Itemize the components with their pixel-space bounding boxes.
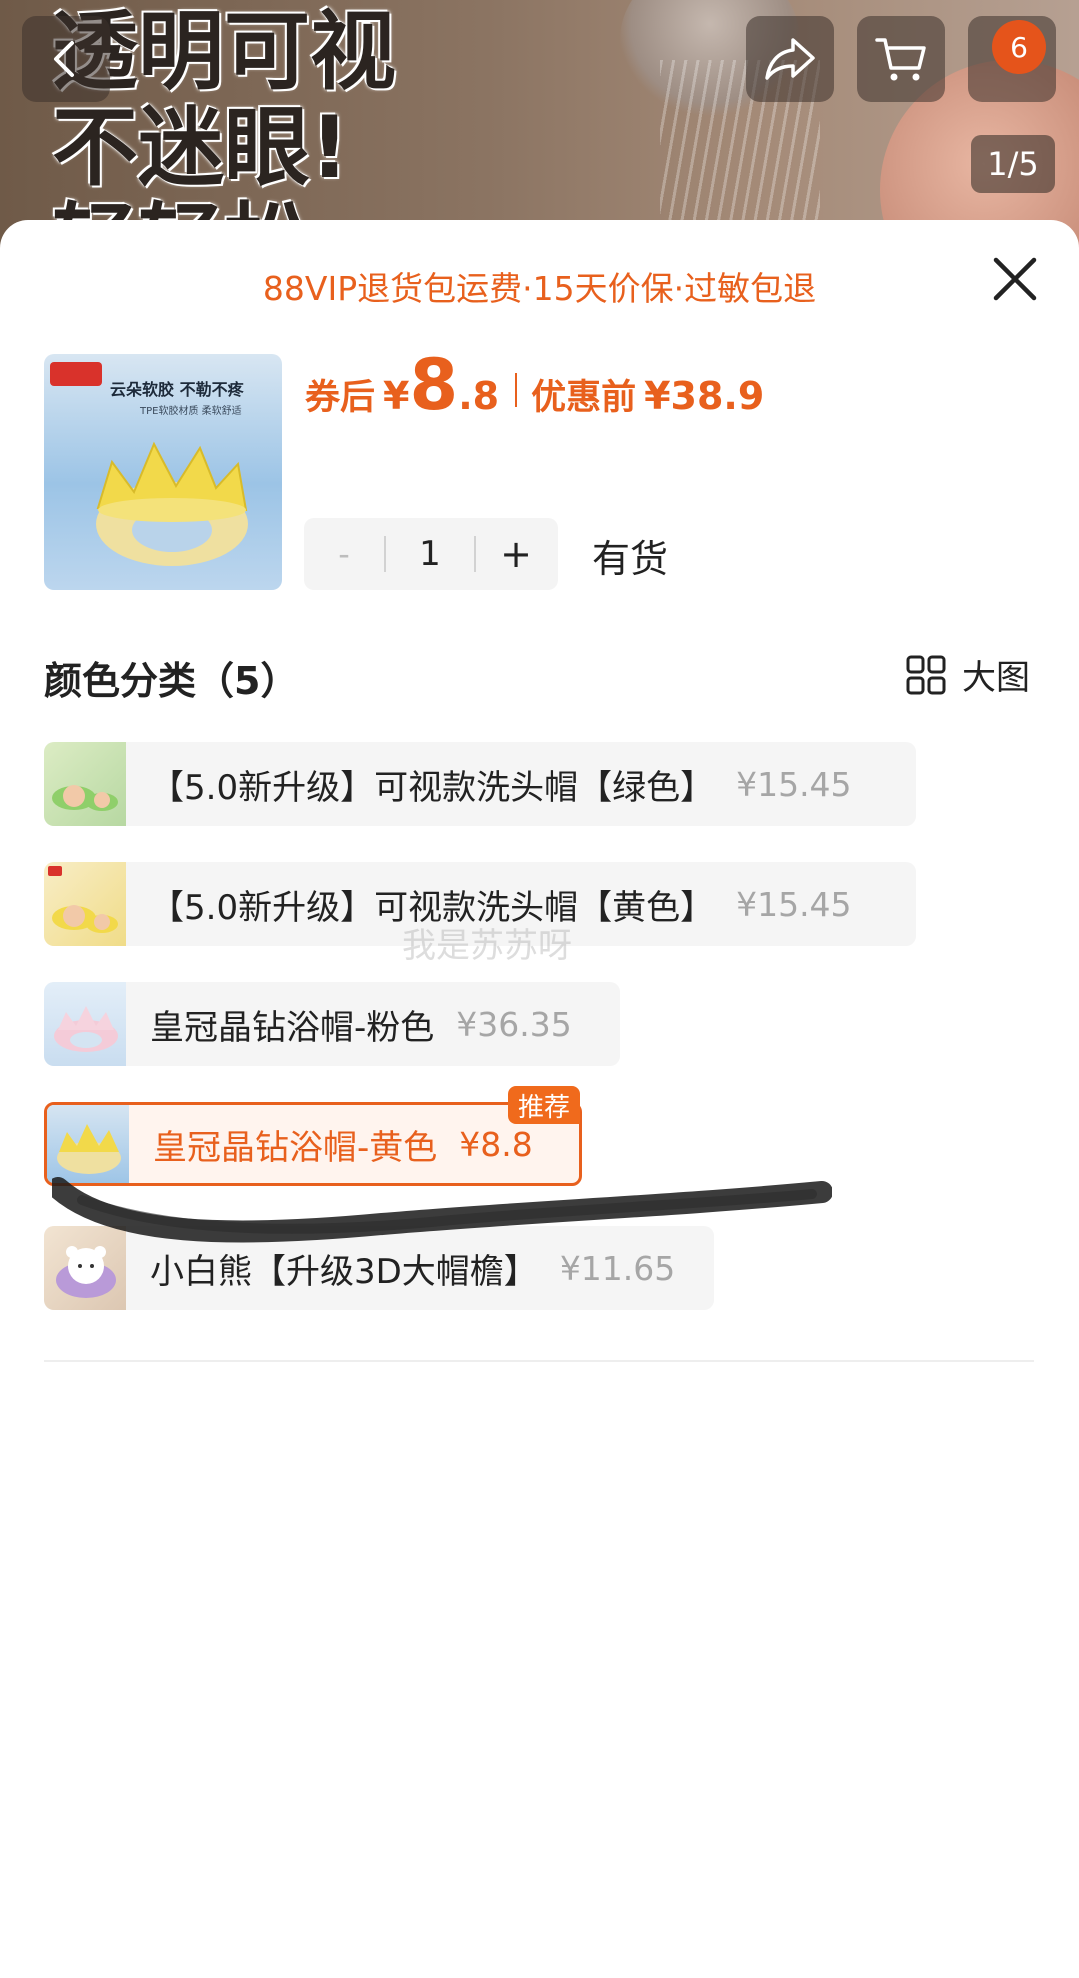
big-view-toggle[interactable]: 大图	[906, 650, 1030, 699]
before-discount-price: ¥38.9	[644, 374, 765, 418]
decrease-quantity-button[interactable]: -	[304, 535, 384, 573]
color-option[interactable]: 皇冠晶钻浴帽-粉色 ¥36.35	[44, 982, 620, 1066]
share-icon	[765, 38, 815, 80]
price-row: 券后 ¥ 8 .8 优惠前 ¥38.9	[305, 350, 764, 430]
cart-button[interactable]	[857, 16, 945, 102]
after-coupon-price-dec: .8	[458, 374, 500, 418]
increase-quantity-button[interactable]: +	[476, 532, 556, 576]
back-icon	[54, 41, 74, 77]
option-name: 皇冠晶钻浴帽-粉色	[150, 1007, 435, 1048]
after-coupon-price-int: 8	[409, 344, 459, 426]
back-button[interactable]	[22, 16, 110, 102]
option-thumbnail	[44, 742, 126, 826]
color-option[interactable]: 【5.0新升级】可视款洗头帽【绿色】 ¥15.45	[44, 742, 916, 826]
before-discount-label: 优惠前	[531, 378, 637, 418]
option-name: 皇冠晶钻浴帽-黄色	[153, 1127, 438, 1168]
option-name: 【5.0新升级】可视款洗头帽【绿色】	[150, 767, 715, 808]
option-thumbnail	[44, 982, 126, 1066]
option-price: ¥8.8	[459, 1124, 533, 1164]
thumb-subline: TPE软胶材质 柔软舒适	[140, 406, 242, 417]
quantity-value[interactable]: 1	[386, 534, 474, 574]
gallery-page-indicator: 1/5	[971, 135, 1055, 193]
hat-image	[48, 866, 118, 933]
share-button[interactable]	[746, 16, 834, 102]
crown-hat-image	[96, 441, 248, 566]
thumb-tagline: 云朵软胶 不勒不疼	[110, 380, 244, 399]
option-thumbnail	[44, 862, 126, 946]
color-category-title: 颜色分类（5）	[44, 659, 299, 703]
hat-image	[52, 785, 118, 811]
close-button[interactable]	[990, 254, 1040, 304]
close-icon	[993, 257, 1037, 301]
marker-scribble	[52, 1177, 832, 1243]
price-separator	[515, 373, 518, 407]
quantity-stepper: - 1 +	[304, 518, 558, 590]
section-divider	[44, 1360, 1034, 1362]
hat-image	[54, 1006, 118, 1052]
option-price: ¥15.45	[736, 884, 852, 924]
cart-icon	[875, 38, 926, 81]
grid-icon	[906, 655, 946, 694]
currency-symbol: ¥	[383, 374, 410, 418]
hat-image	[57, 1124, 121, 1174]
product-thumbnail[interactable]: 云朵软胶 不勒不疼 TPE软胶材质 柔软舒适	[44, 354, 282, 590]
watermark-text: 我是苏苏呀	[402, 926, 572, 966]
option-price: ¥15.45	[736, 764, 852, 804]
option-thumbnail	[47, 1105, 129, 1183]
stock-status: 有货	[592, 537, 669, 581]
promo-banner: 88VIP退货包运费·15天价保·过敏包退	[262, 269, 817, 308]
recommend-badge: 推荐	[508, 1086, 580, 1124]
cart-count-badge: 6	[992, 20, 1046, 74]
brand-logo	[50, 362, 102, 386]
after-coupon-label: 券后	[305, 378, 376, 418]
color-option-selected[interactable]: 皇冠晶钻浴帽-黄色 ¥8.8	[44, 1102, 582, 1186]
option-price: ¥36.35	[456, 1004, 572, 1044]
big-view-label: 大图	[962, 658, 1030, 698]
